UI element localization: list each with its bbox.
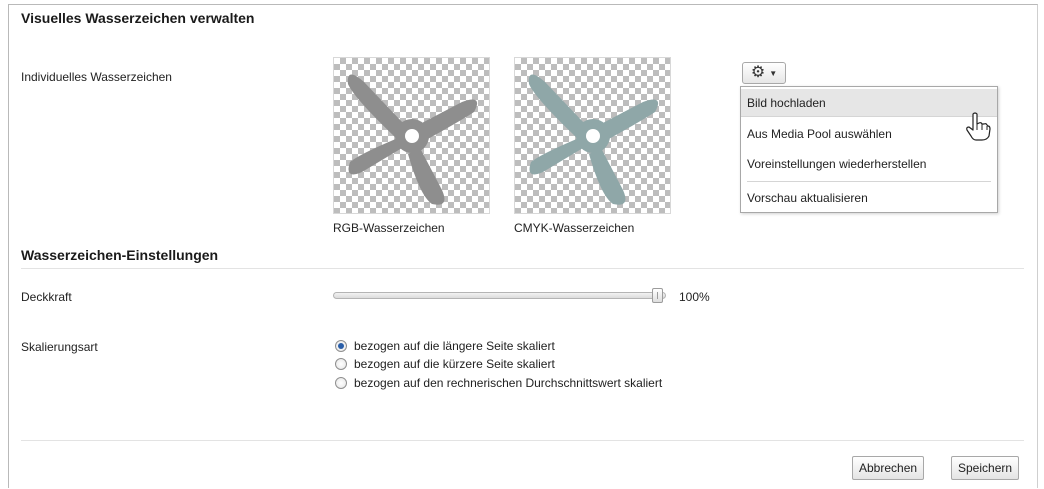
footer-divider	[21, 440, 1024, 441]
opacity-slider-track[interactable]	[333, 292, 666, 299]
rgb-watermark-image	[347, 74, 478, 205]
gear-dropdown-menu: Bild hochladen Aus Media Pool auswählen …	[740, 86, 998, 213]
opacity-value: 100%	[679, 290, 710, 304]
scaling-option-label: bezogen auf die kürzere Seite skaliert	[354, 357, 555, 371]
menu-item-media-pool[interactable]: Aus Media Pool auswählen	[741, 120, 997, 148]
opacity-label: Deckkraft	[21, 290, 72, 304]
cmyk-watermark-image	[528, 74, 659, 205]
scaling-option-label: bezogen auf den rechnerischen Durchschni…	[354, 376, 663, 390]
menu-item-upload-image[interactable]: Bild hochladen	[741, 89, 997, 117]
cmyk-watermark-caption: CMYK-Wasserzeichen	[514, 221, 635, 235]
cancel-button[interactable]: Abbrechen	[852, 456, 925, 480]
menu-item-refresh-preview[interactable]: Vorschau aktualisieren	[741, 184, 997, 212]
gear-icon: ⚙	[750, 64, 766, 81]
rgb-watermark-thumbnail	[333, 57, 490, 214]
radio-button[interactable]	[335, 377, 347, 389]
cmyk-watermark-thumbnail	[514, 57, 671, 214]
menu-separator	[747, 181, 991, 182]
scaling-option-label: bezogen auf die längere Seite skaliert	[354, 339, 555, 353]
save-button[interactable]: Speichern	[951, 456, 1020, 480]
section-divider	[21, 268, 1024, 269]
hand-pointer-cursor-icon	[966, 112, 991, 141]
settings-section-title: Wasserzeichen-Einstellungen	[21, 247, 219, 263]
radio-button[interactable]	[335, 358, 347, 370]
menu-item-restore-defaults[interactable]: Voreinstellungen wiederherstellen	[741, 150, 997, 178]
chevron-down-icon: ▼	[769, 68, 778, 78]
opacity-slider-handle[interactable]	[652, 288, 663, 303]
scaling-label: Skalierungsart	[21, 340, 98, 354]
watermark-row-label: Individuelles Wasserzeichen	[21, 70, 172, 84]
scaling-option-longer-side[interactable]: bezogen auf die längere Seite skaliert	[335, 339, 555, 353]
scaling-option-shorter-side[interactable]: bezogen auf die kürzere Seite skaliert	[335, 357, 555, 371]
rgb-watermark-caption: RGB-Wasserzeichen	[333, 221, 445, 235]
radio-button-checked[interactable]	[335, 340, 347, 352]
gear-menu-button[interactable]: ⚙ ▼	[742, 62, 786, 84]
scaling-option-average[interactable]: bezogen auf den rechnerischen Durchschni…	[335, 376, 684, 390]
page-title: Visuelles Wasserzeichen verwalten	[21, 10, 255, 26]
